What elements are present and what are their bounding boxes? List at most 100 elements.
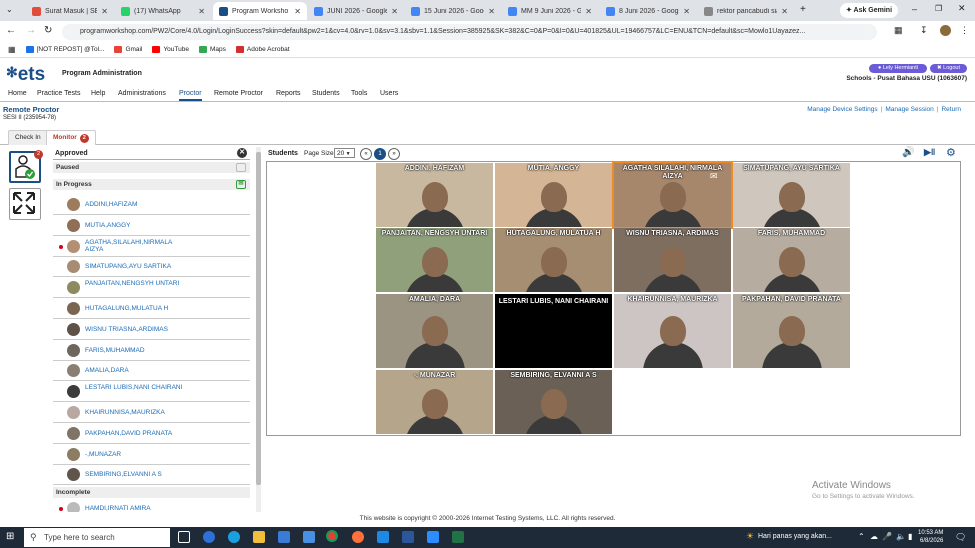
nav-students[interactable]: Students [312,90,340,97]
student-row[interactable]: AMALIA,DARA [53,361,250,382]
restore-icon[interactable]: ❐ [935,4,942,13]
browser-tab[interactable]: MM 9 Juni 2026 - Goo✕ [502,2,598,20]
last-page-button[interactable]: » [388,148,400,160]
student-video-tile[interactable]: MUTIA, ANGGY [495,163,612,227]
student-row[interactable]: HUTAGALUNG,MULATUA H [53,299,250,319]
student-video-tile[interactable]: KHAIRUNNISA, MAURIZKA [614,294,731,368]
browser-tab[interactable]: 15 Juni 2026 - Goog ✕ [405,2,501,20]
tab-list-chevron-icon[interactable]: ⌄ [6,5,13,14]
student-name[interactable]: HUTAGALUNG,MULATUA H [85,305,185,312]
student-name[interactable]: SIMATUPANG,AYU SARTIKA [85,263,185,270]
nav-proctor[interactable]: Proctor [179,90,202,101]
student-name[interactable]: AGATHA,SILALAHI,NIRMALA AIZYA [85,239,185,253]
battery-icon[interactable]: ▮ [908,532,912,541]
student-name[interactable]: HAMDI,IRNATI AMIRA [85,505,185,512]
student-video-tile[interactable]: ADDINI, HAFIZAM [376,163,493,227]
menu-kebab-icon[interactable]: ⋮ [960,25,969,36]
tab-close-icon[interactable]: ✕ [585,7,592,16]
nav-practice-tests[interactable]: Practice Tests [37,90,80,97]
network-icon[interactable]: ☁ [870,532,878,541]
tab-monitor[interactable]: Monitor 2 [46,130,96,145]
user-button[interactable]: ● Lely Hermianti [869,64,927,73]
manage-device-settings-link[interactable]: Manage Device Settings [807,106,877,113]
firefox-icon[interactable] [352,531,364,543]
student-video-tile[interactable]: PAKPAHAN, DAVID PRANATA [733,294,850,368]
student-video-tile[interactable]: WISNU TRIASNA, ARDIMAS [614,228,731,292]
tab-close-icon[interactable]: ✕ [683,7,690,16]
notification-icon[interactable]: 🗨 [955,532,966,543]
zoom-icon[interactable] [427,531,439,543]
student-name[interactable]: LESTARI LUBIS,NANI CHAIRANI [85,384,185,391]
student-row[interactable]: SEMBIRING,ELVANNI A S [53,465,250,486]
student-name[interactable]: PANJAITAN,NENGSYH UNTARI [85,280,185,287]
browser-tab[interactable]: JUNI 2026 - Google D✕ [308,2,404,20]
minimize-icon[interactable]: – [912,4,917,14]
new-tab-button[interactable]: + [800,4,806,15]
proctor-view-button[interactable]: 2 [9,150,43,183]
browser-tab[interactable]: Surat Masuk | SEFTIA✕ [26,2,114,20]
list-scroll-thumb[interactable] [256,152,261,485]
student-row[interactable]: PANJAITAN,NENGSYH UNTARI [53,278,250,299]
student-video-tile[interactable]: -, MUNAZAR [376,370,493,434]
student-video-tile[interactable]: SEMBIRING, ELVANNI A S [495,370,612,434]
student-row[interactable]: WISNU TRIASNA,ARDIMAS [53,320,250,340]
current-page-button[interactable]: 1 [374,148,386,160]
student-video-tile[interactable]: AMALIA, DARA [376,294,493,368]
mic-icon[interactable]: 🎤 [882,532,892,541]
student-name[interactable]: WISNU TRIASNA,ARDIMAS [85,326,185,333]
student-name[interactable]: PAKPAHAN,DAVID PRANATA [85,430,185,437]
nav-remote-proctor[interactable]: Remote Proctor [214,90,263,97]
nav-reports[interactable]: Reports [276,90,301,97]
file-explorer-icon[interactable] [253,531,265,543]
student-name[interactable]: AMALIA,DARA [85,367,185,374]
apps-grid-icon[interactable]: ▦ [8,45,16,54]
forward-arrow-icon[interactable]: → [26,25,36,36]
nav-home[interactable]: Home [8,90,27,97]
page-size-select[interactable]: 20 ▼ [334,148,355,158]
nav-tools[interactable]: Tools [351,90,367,97]
task-view-icon[interactable] [178,531,190,543]
browser-tab[interactable]: Program Worksho ✕ [213,2,307,20]
message-all-icon[interactable]: ✉ [236,180,246,189]
extensions-icon[interactable]: ▦ [894,25,903,36]
bookmark-tol[interactable]: [NOT REPOST] @Tol... [25,46,104,53]
nav-users[interactable]: Users [380,90,398,97]
back-arrow-icon[interactable]: ← [6,25,16,36]
student-row[interactable]: MUTIA,ANGGY [53,216,250,236]
student-row[interactable]: AGATHA,SILALAHI,NIRMALA AIZYA [53,237,250,257]
student-video-tile[interactable]: HUTAGALUNG, MULATUA H [495,228,612,292]
nav-help[interactable]: Help [91,90,105,97]
student-row[interactable]: FARIS,MUHAMMAD [53,341,250,361]
student-row[interactable]: ADDINI,HAFIZAM [53,195,250,215]
tab-close-icon[interactable]: ✕ [391,7,398,16]
student-video-tile[interactable]: LESTARI LUBIS, NANI CHAIRANI [495,294,612,368]
close-window-icon[interactable]: ✕ [958,3,966,14]
download-icon[interactable]: ↧ [920,25,928,36]
taskbar-clock[interactable]: 10:53 AM 6/8/2026 [918,529,943,545]
student-name[interactable]: MUTIA,ANGGY [85,222,185,229]
windows-start-icon[interactable]: ⊞ [6,531,14,542]
student-row[interactable]: -,MUNAZAR [53,445,250,465]
browser-tab[interactable]: 8 Juni 2026 - Google ✕ [600,2,696,20]
profile-avatar[interactable] [940,25,951,36]
return-link[interactable]: Return [941,106,961,113]
settings-gear-icon[interactable]: ⚙ [946,146,956,159]
browser-tab[interactable]: (17) WhatsApp ✕ [115,2,211,20]
student-row[interactable]: KHAIRUNNISA,MAURIZKA [53,403,250,423]
nav-administrations[interactable]: Administrations [118,90,166,97]
app-icon[interactable] [377,531,389,543]
student-name[interactable]: KHAIRUNNISA,MAURIZKA [85,409,185,416]
bookmark-youtube[interactable]: YouTube [152,46,189,53]
weather-text[interactable]: Hari panas yang akan... [758,533,832,540]
student-video-tile[interactable]: AGATHA SILALAHI, NIRMALA AIZYA ✉ [612,161,733,229]
close-panel-icon[interactable]: ✕ [237,148,247,158]
chrome-icon[interactable] [326,530,338,542]
tab-close-icon[interactable]: ✕ [488,7,495,16]
tray-chevron-icon[interactable]: ⌃ [858,532,865,541]
tab-close-icon[interactable]: ✕ [101,7,108,16]
mail-icon[interactable] [303,531,315,543]
student-row[interactable]: PAKPAHAN,DAVID PRANATA [53,424,250,444]
bookmark-maps[interactable]: Maps [198,46,226,53]
first-page-button[interactable]: « [360,148,372,160]
student-name[interactable]: FARIS,MUHAMMAD [85,347,185,354]
